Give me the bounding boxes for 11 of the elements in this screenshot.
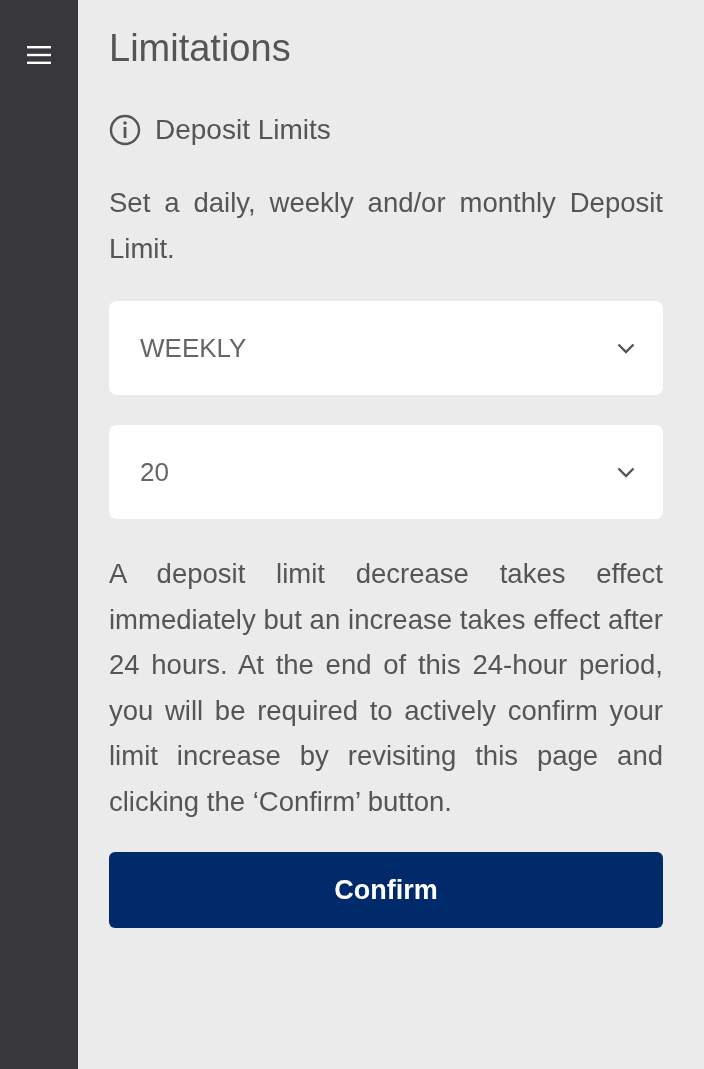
notice-text: A deposit limit decrease takes effect immediately but an increase takes effect after 24 hours. At the end of this 24-hour period, you will be required to actively confirm your limit increase by revisiting this page and clicking the ‘Confirm’ button.: [109, 557, 663, 819]
dropdown[interactable]: WEEKLY: [109, 301, 663, 395]
menu-icon[interactable]: [27, 46, 51, 64]
info-icon[interactable]: [109, 114, 141, 146]
confirm-button[interactable]: Confirm: [109, 852, 663, 928]
chevron-icon: [617, 466, 635, 478]
intro-text: Set a daily, weekly and/or monthly Deposit Limit.: [109, 186, 663, 266]
section-heading: Deposit Limits: [155, 114, 331, 146]
chevron-icon: [617, 342, 635, 354]
dropdown[interactable]: 20: [109, 425, 663, 519]
page-title: Limitations: [109, 26, 292, 71]
